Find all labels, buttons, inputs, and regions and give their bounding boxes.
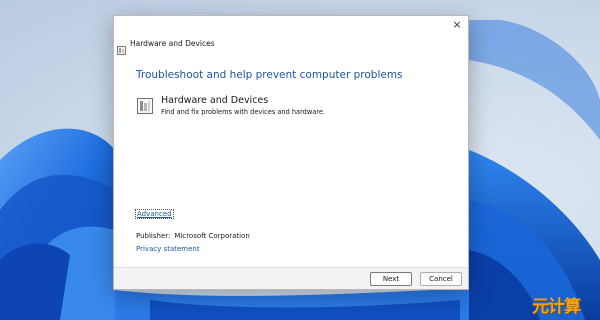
publisher-row: Publisher: Microsoft Corporation bbox=[136, 232, 250, 240]
troubleshooter-description: Find and fix problems with devices and h… bbox=[161, 108, 325, 116]
troubleshooter-item: Hardware and Devices Find and fix proble… bbox=[136, 95, 456, 121]
privacy-statement-link[interactable]: Privacy statement bbox=[136, 245, 200, 253]
close-icon[interactable]: × bbox=[449, 18, 465, 32]
desktop: Hardware and Devices × Troubleshoot and … bbox=[0, 0, 600, 320]
window-icon bbox=[117, 40, 126, 55]
dialog-footer: Next Cancel bbox=[114, 267, 468, 289]
troubleshooter-title: Hardware and Devices bbox=[161, 95, 269, 106]
title-bar: Hardware and Devices × bbox=[114, 16, 468, 55]
troubleshooter-icon bbox=[136, 97, 154, 115]
next-button[interactable]: Next bbox=[370, 272, 412, 286]
cancel-button[interactable]: Cancel bbox=[420, 272, 462, 286]
publisher-label: Publisher: bbox=[136, 232, 171, 240]
page-heading: Troubleshoot and help prevent computer p… bbox=[136, 69, 403, 81]
window-title: Hardware and Devices bbox=[130, 39, 215, 48]
advanced-link[interactable]: Advanced bbox=[135, 209, 174, 219]
troubleshooter-dialog: Hardware and Devices × Troubleshoot and … bbox=[113, 15, 469, 290]
watermark-logo: 元计算 bbox=[532, 297, 581, 317]
publisher-value: Microsoft Corporation bbox=[174, 232, 250, 240]
